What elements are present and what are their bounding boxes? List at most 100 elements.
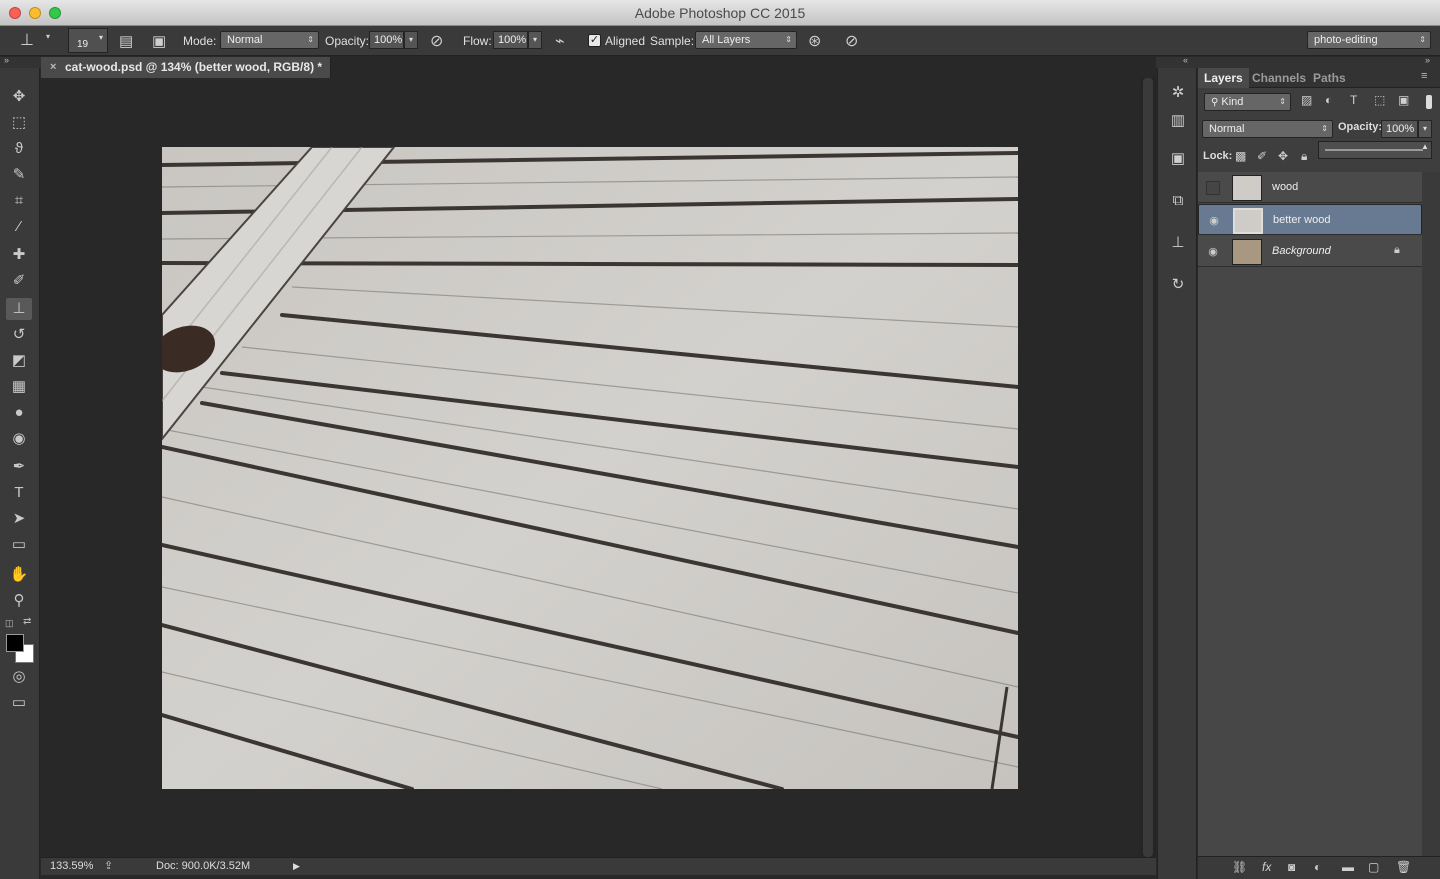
gradient-tool-icon[interactable]: ▦: [6, 376, 32, 398]
layer-opacity-field[interactable]: 100%: [1381, 120, 1418, 138]
layers-scrollbar[interactable]: [1422, 172, 1440, 856]
document-tab[interactable]: × cat-wood.psd @ 134% (better wood, RGB/…: [41, 57, 331, 78]
brush-tool-icon[interactable]: ✐: [6, 270, 32, 292]
clone-stamp-preset-icon[interactable]: ⊥: [20, 30, 34, 50]
filter-kind-select[interactable]: ⚲ Kind ⇕: [1204, 93, 1291, 111]
collapse-panels-icon[interactable]: »: [1425, 55, 1430, 65]
status-menu-arrow-icon[interactable]: ▶: [293, 858, 300, 875]
eraser-tool-icon[interactable]: ◩: [6, 350, 32, 372]
lock-all-icon[interactable]: 🔒︎: [1301, 149, 1307, 164]
quick-selection-tool-icon[interactable]: ✎: [6, 164, 32, 186]
visibility-toggle[interactable]: [1206, 181, 1220, 195]
tool-presets-icon[interactable]: ⊥: [1166, 232, 1190, 254]
aligned-label: Aligned: [605, 34, 646, 48]
layer-row-better-wood[interactable]: ◉ better wood: [1198, 204, 1422, 235]
path-selection-tool-icon[interactable]: ➤: [6, 508, 32, 530]
healing-brush-tool-icon[interactable]: ✚: [6, 244, 32, 266]
window-title: Adobe Photoshop CC 2015: [634, 5, 806, 21]
opacity-dropdown[interactable]: ▾: [404, 31, 418, 49]
layer-style-icon[interactable]: fx: [1262, 860, 1271, 874]
properties-icon[interactable]: ⧉: [1166, 190, 1190, 212]
trash-icon[interactable]: 🗑︎: [1396, 860, 1411, 874]
panel-menu-icon[interactable]: ≡: [1421, 70, 1427, 82]
move-tool-icon[interactable]: ✥: [6, 86, 32, 108]
marquee-tool-icon[interactable]: ⬚: [6, 112, 32, 134]
document-image[interactable]: [162, 147, 1018, 789]
screen-mode-icon[interactable]: ▭: [6, 692, 32, 714]
sample-select[interactable]: All Layers ⇕: [695, 31, 797, 49]
clone-stamp-tool-icon[interactable]: ⊥: [6, 298, 32, 320]
options-bar: ⊥ ▾ 19 ▾ ▤ ▣ Mode: Normal ⇕ Opacity: 100%…: [0, 26, 1440, 56]
crop-tool-icon[interactable]: ⌗: [6, 190, 32, 212]
lock-transparency-icon[interactable]: ▩: [1235, 149, 1246, 163]
link-layers-icon[interactable]: ⛓: [1232, 860, 1247, 874]
export-icon[interactable]: ⇪: [104, 858, 113, 875]
flow-field[interactable]: 100%: [493, 31, 528, 49]
filter-pixel-icon[interactable]: ▨: [1301, 93, 1312, 107]
new-layer-icon[interactable]: ▢: [1368, 860, 1379, 874]
brush-size-picker[interactable]: 19 ▾: [68, 28, 108, 53]
filter-smart-object-icon[interactable]: ▣: [1398, 93, 1409, 107]
tab-channels[interactable]: Channels: [1252, 68, 1306, 88]
pressure-size-icon[interactable]: ⊘: [845, 31, 858, 51]
foreground-color-swatch[interactable]: [6, 634, 24, 652]
history-brush-tool-icon[interactable]: ↺: [6, 324, 32, 346]
quick-mask-icon[interactable]: ◎: [6, 666, 32, 688]
layers-panel: Layers Channels Paths ≡ ⚲ Kind ⇕ ▨ ◐ T ⬚ …: [1198, 68, 1440, 879]
filter-adjustment-icon[interactable]: ◐: [1325, 93, 1332, 107]
pen-tool-icon[interactable]: ✒: [6, 456, 32, 478]
collapse-dock-icon[interactable]: «: [1183, 55, 1188, 65]
wood-deck-image: [162, 147, 1018, 789]
add-mask-icon[interactable]: ◙: [1288, 860, 1295, 874]
close-window-button[interactable]: [9, 7, 21, 19]
chevron-down-icon[interactable]: ▾: [46, 32, 50, 41]
history-icon[interactable]: ↻: [1166, 274, 1190, 296]
mode-select[interactable]: Normal ⇕: [220, 31, 319, 49]
new-group-icon[interactable]: ▬: [1342, 860, 1354, 874]
zoom-tool-icon[interactable]: ⚲: [6, 590, 32, 612]
lock-position-icon[interactable]: ✥: [1278, 149, 1288, 163]
layer-opacity-dropdown[interactable]: ▾: [1418, 120, 1432, 138]
vertical-scrollbar[interactable]: [1140, 78, 1156, 857]
zoom-window-button[interactable]: [49, 7, 61, 19]
adjustment-layer-icon[interactable]: ◐: [1314, 860, 1321, 874]
panel-dock: ✲ ▥ ▣ ⧉ ⊥ ↻: [1157, 68, 1197, 879]
workspace-select[interactable]: photo-editing ⇕: [1307, 31, 1431, 49]
swap-colors-icon[interactable]: ⇄: [23, 616, 31, 627]
default-colors-icon[interactable]: ◫: [5, 618, 14, 629]
blur-tool-icon[interactable]: ●: [6, 402, 32, 424]
tab-layers[interactable]: Layers: [1198, 68, 1249, 88]
lock-pixels-icon[interactable]: ✐: [1257, 149, 1267, 163]
type-tool-icon[interactable]: T: [6, 482, 32, 504]
dodge-tool-icon[interactable]: ◉: [6, 428, 32, 450]
clone-source-icon[interactable]: ▣: [152, 32, 166, 50]
airbrush-icon[interactable]: ⌁: [555, 31, 565, 51]
brush-panel-icon[interactable]: ▤: [119, 32, 133, 50]
layer-row-background[interactable]: ◉ Background 🔒︎: [1198, 236, 1422, 267]
eyedropper-tool-icon[interactable]: ⁄: [6, 216, 32, 238]
minimize-window-button[interactable]: [29, 7, 41, 19]
expand-toolbar-icon[interactable]: »: [4, 55, 9, 65]
navigator-icon[interactable]: ✲: [1166, 82, 1190, 104]
opacity-slider-popup[interactable]: ▲: [1318, 141, 1432, 159]
opacity-field[interactable]: 100%: [369, 31, 404, 49]
histogram-icon[interactable]: ▥: [1166, 110, 1190, 132]
eye-icon[interactable]: ◉: [1207, 214, 1221, 228]
lasso-tool-icon[interactable]: ϑ: [6, 138, 32, 160]
ignore-adjustment-layers-icon[interactable]: ⊛: [808, 31, 821, 51]
blend-mode-select[interactable]: Normal ⇕: [1202, 120, 1333, 138]
hand-tool-icon[interactable]: ✋: [6, 564, 32, 586]
filter-type-icon[interactable]: T: [1350, 93, 1357, 107]
eye-icon[interactable]: ◉: [1206, 245, 1220, 259]
filter-shape-icon[interactable]: ⬚: [1374, 93, 1385, 107]
clone-source-panel-icon[interactable]: ▣: [1166, 148, 1190, 170]
close-tab-icon[interactable]: ×: [50, 57, 56, 78]
flow-dropdown[interactable]: ▾: [528, 31, 542, 49]
rectangle-tool-icon[interactable]: ▭: [6, 534, 32, 556]
pressure-opacity-icon[interactable]: ⊘: [430, 31, 443, 51]
zoom-level[interactable]: 133.59%: [50, 858, 93, 875]
tab-paths[interactable]: Paths: [1313, 68, 1346, 88]
filter-toggle[interactable]: [1426, 95, 1432, 109]
layer-row-wood[interactable]: wood: [1198, 172, 1422, 203]
aligned-checkbox[interactable]: ✓: [588, 34, 601, 47]
